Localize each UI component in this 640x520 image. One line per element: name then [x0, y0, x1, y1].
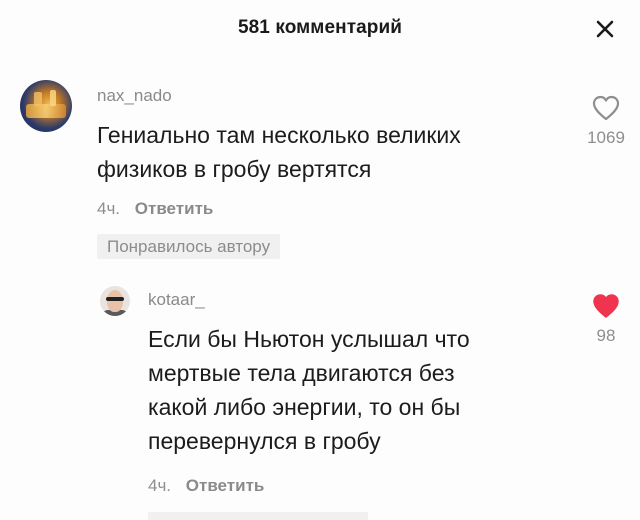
- comment-meta: 4ч. Ответить: [97, 199, 213, 219]
- reply-username[interactable]: kotaar_: [148, 290, 205, 310]
- reply-avatar[interactable]: [100, 286, 130, 316]
- comment-text-line: физиков в гробу вертятся: [97, 156, 372, 182]
- avatar[interactable]: [20, 80, 72, 132]
- comment-text-line: Гениально там несколько великих: [97, 122, 461, 148]
- reply-like-count: 98: [596, 326, 616, 345]
- like-button[interactable]: 1069: [582, 94, 630, 148]
- reply-meta: 4ч. Ответить: [148, 476, 264, 496]
- heart-outline-icon: [592, 95, 620, 121]
- reply-text-line: какой либо энергии, то он бы: [148, 394, 461, 420]
- reply-to-reply-button[interactable]: Ответить: [186, 476, 265, 495]
- reply-text-line: Если бы Ньютон услышал что: [148, 326, 470, 352]
- reply-timestamp: 4ч.: [148, 476, 172, 495]
- comment-timestamp: 4ч.: [97, 199, 121, 218]
- close-icon: [596, 20, 614, 38]
- liked-by-author-badge: Понравилось автору: [97, 234, 281, 259]
- comments-count-title: 581 комментарий: [237, 17, 403, 38]
- reply-text: Если бы Ньютон услышал что мертвые тела …: [148, 322, 470, 458]
- like-count: 1069: [587, 128, 625, 147]
- comments-panel: 581 комментарий nax_nado Гениально там н…: [0, 0, 640, 520]
- reply-text-line: перевернулся в гробу: [148, 428, 381, 454]
- reply-button[interactable]: Ответить: [135, 199, 214, 218]
- reply-badge-partial: [148, 512, 368, 520]
- comment-username[interactable]: nax_nado: [97, 86, 172, 106]
- comment-text: Гениально там несколько великих физиков …: [97, 118, 461, 186]
- reply-text-line: мертвые тела двигаются без: [148, 360, 455, 386]
- heart-filled-icon: [593, 294, 619, 318]
- close-button[interactable]: [594, 18, 616, 40]
- reply-like-button[interactable]: 98: [582, 292, 630, 346]
